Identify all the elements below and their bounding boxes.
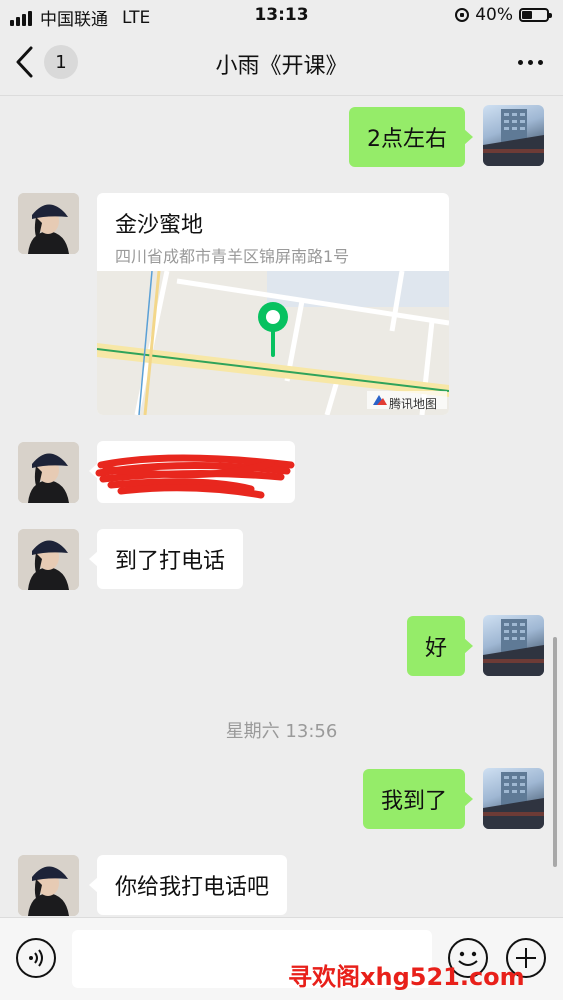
location-title: 金沙蜜地 — [115, 213, 204, 238]
more-button[interactable] — [518, 60, 543, 65]
contact-avatar[interactable] — [18, 529, 79, 590]
message-text: 2点左右 — [367, 127, 447, 152]
contact-avatar[interactable] — [18, 193, 79, 254]
contact-avatar[interactable] — [18, 442, 79, 503]
contact-avatar[interactable] — [18, 855, 79, 916]
voice-icon — [29, 949, 43, 967]
chat-area[interactable]: 2点左右 金沙蜜地 四川省成都市青羊区锦屏南路1号 腾讯地图 到了打电话 好 星… — [0, 97, 563, 917]
my-avatar[interactable] — [483, 768, 544, 829]
battery-icon — [519, 8, 552, 22]
girl-photo — [18, 193, 79, 254]
message-bubble[interactable]: 好 — [406, 616, 474, 676]
nav-bar: 1 小雨《开课》 — [0, 32, 563, 96]
map-thumbnail — [97, 271, 449, 415]
message-text: 好 — [424, 636, 447, 661]
scrollbar[interactable] — [553, 637, 557, 867]
red-scribble-redaction — [95, 454, 295, 499]
battery-percent: 40% — [475, 5, 513, 25]
status-right: 40% — [455, 5, 552, 25]
chat-title: 小雨《开课》 — [215, 54, 348, 79]
girl-photo — [18, 855, 79, 916]
girl-photo — [18, 442, 79, 503]
more-dot — [538, 60, 543, 65]
location-card[interactable]: 金沙蜜地 四川省成都市青羊区锦屏南路1号 腾讯地图 — [97, 193, 449, 415]
watermark: 寻欢阁xhg521.com — [288, 963, 525, 991]
rotation-lock-icon — [455, 8, 470, 22]
more-dots-icon — [518, 60, 523, 65]
girl-photo — [18, 529, 79, 590]
voice-button[interactable] — [16, 938, 56, 978]
message-text: 我到了 — [380, 789, 447, 814]
status-bar: 中国联通 LTE 13:13 40% — [0, 0, 563, 32]
chat-timestamp: 星期六 13:56 — [225, 721, 338, 742]
input-bar: 寻欢阁xhg521.com — [0, 917, 563, 1000]
my-avatar[interactable] — [483, 615, 544, 676]
building-photo — [483, 619, 544, 676]
message-text: 你给我打电话吧 — [115, 875, 270, 900]
redacted-message-bubble[interactable] — [89, 441, 295, 503]
map-provider-label: 腾讯地图 — [389, 397, 438, 411]
message-text: 到了打电话 — [115, 549, 226, 574]
building-photo — [483, 772, 544, 829]
location-address: 四川省成都市青羊区锦屏南路1号 — [115, 247, 350, 266]
message-bubble[interactable]: 我到了 — [362, 769, 474, 829]
message-bubble[interactable]: 到了打电话 — [88, 529, 244, 589]
message-bubble[interactable]: 2点左右 — [349, 107, 473, 167]
more-dot — [528, 60, 533, 65]
my-avatar[interactable] — [483, 105, 544, 166]
message-bubble[interactable]: 你给我打电话吧 — [88, 855, 288, 915]
building-photo — [483, 109, 544, 166]
